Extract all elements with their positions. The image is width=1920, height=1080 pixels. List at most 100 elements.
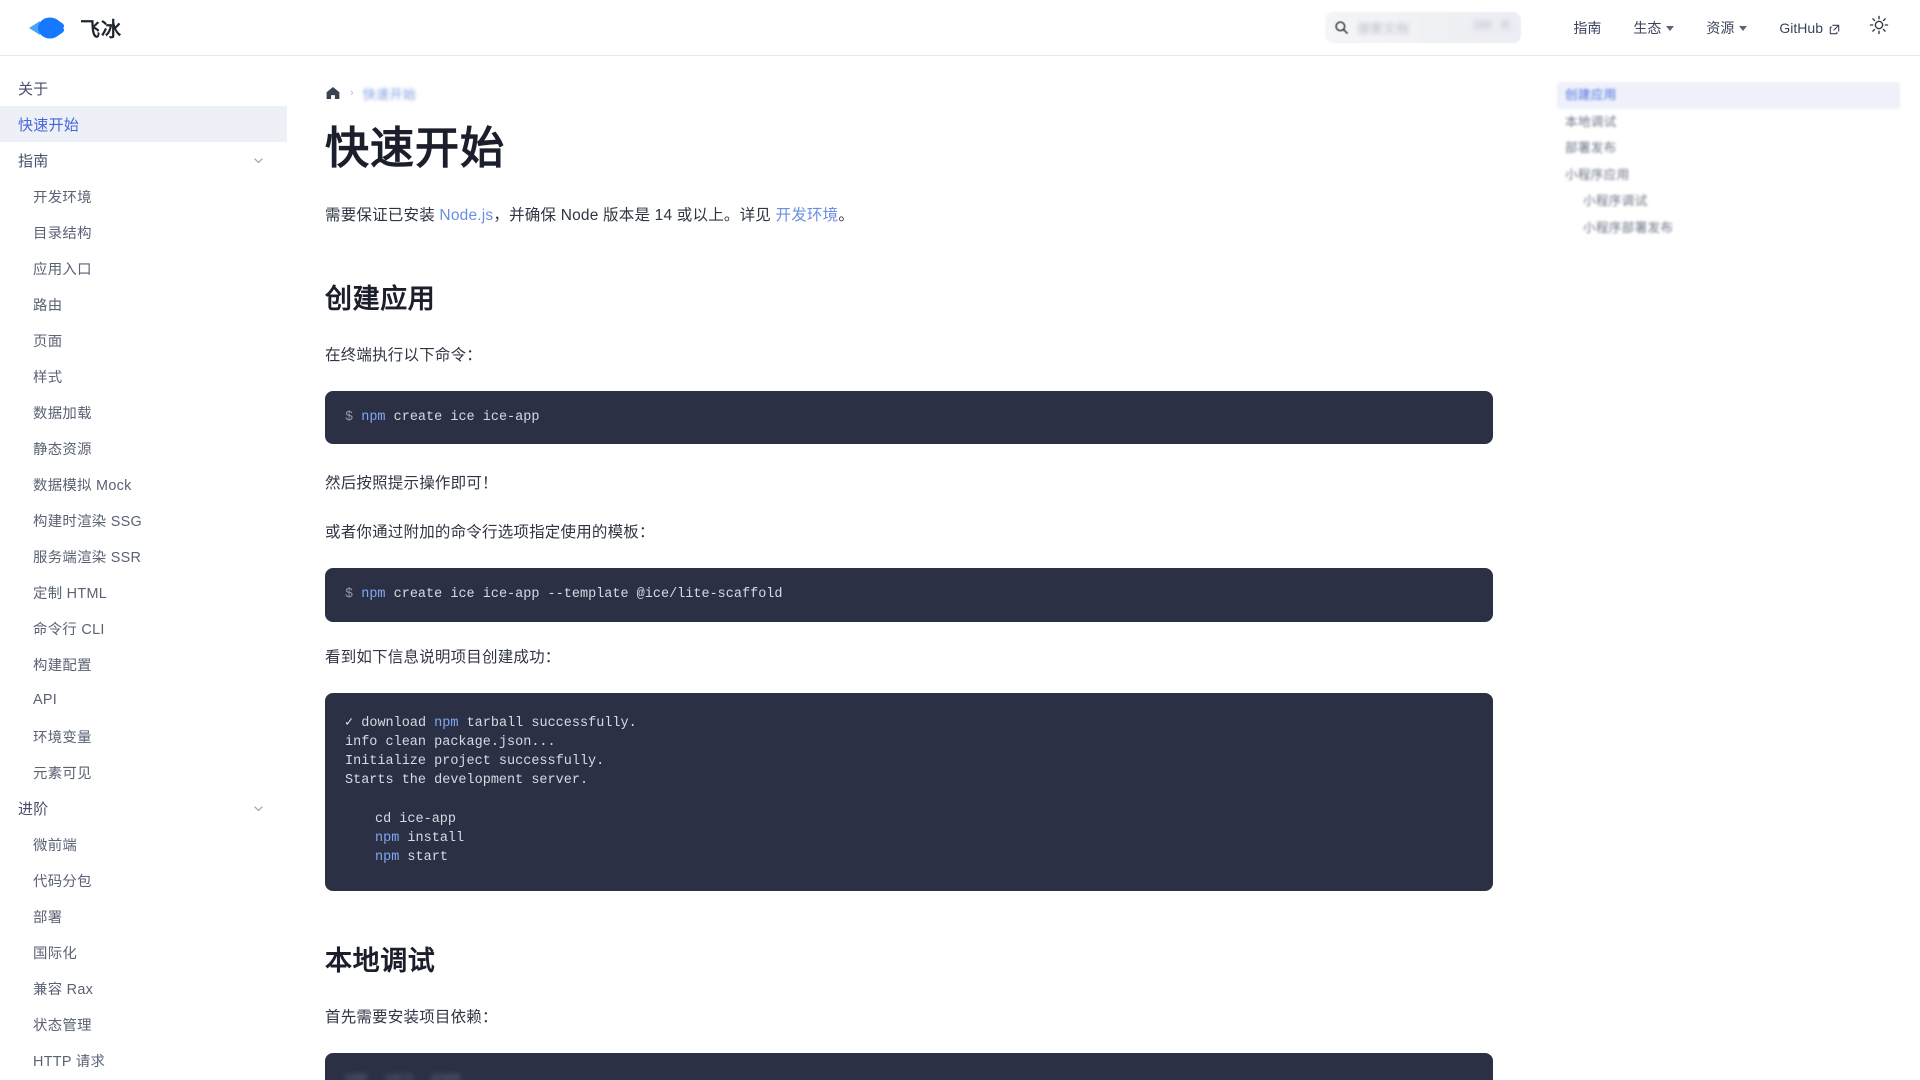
sidebar-item-label: 路由 [33, 297, 63, 314]
sidebar-item-cli[interactable]: 命令行 CLI [0, 610, 287, 646]
code-tab-pnpm[interactable]: pnpm [431, 1070, 460, 1080]
toc-item-miniapp[interactable]: 小程序应用 [1557, 162, 1900, 189]
sidebar-item-static-assets[interactable]: 静态资源 [0, 430, 287, 466]
sidebar-item-label: 数据加载 [33, 405, 92, 422]
toc-item-miniapp-deploy[interactable]: 小程序部署发布 [1557, 215, 1900, 242]
sidebar-item-label: 代码分包 [33, 873, 92, 890]
sidebar-item-ssg[interactable]: 构建时渲染 SSG [0, 502, 287, 538]
create-app-paragraph-1: 在终端执行以下命令： [325, 346, 483, 364]
sidebar-item-label: 数据模拟 Mock [33, 477, 132, 494]
nav-item-github[interactable]: GitHub [1763, 0, 1856, 55]
kbd-ctrl: Ctrl [1470, 19, 1495, 32]
sidebar-item-element-visibility[interactable]: 元素可见 [0, 754, 287, 790]
intro-paragraph: 需要保证已安装 Node.js，并确保 Node 版本是 14 或以上。详见 开… [325, 202, 1481, 229]
sidebar-item-pages[interactable]: 页面 [0, 322, 287, 358]
ice-logo-icon [27, 14, 69, 42]
create-app-paragraph-3: 或者你通过附加的命令行选项指定使用的模板： [325, 524, 655, 542]
code-block-create-app[interactable]: $ npm create ice ice-app [325, 391, 1493, 445]
nav-item-ecosystem[interactable]: 生态 [1617, 0, 1690, 55]
nav-item-label: 生态 [1633, 19, 1662, 36]
sidebar-item-api[interactable]: API [0, 682, 287, 718]
sidebar-item-micro-frontend[interactable]: 微前端 [0, 826, 287, 862]
code-line: ✓ download npm tarball successfully. [345, 714, 1473, 733]
code-token-text: tarball successfully. [458, 715, 637, 731]
sidebar-item-http-request[interactable]: HTTP 请求 [0, 1042, 287, 1078]
sidebar-group-guide[interactable]: 指南 [0, 142, 287, 178]
sidebar-item-quick-start[interactable]: 快速开始 [0, 106, 287, 142]
nav-item-label: GitHub [1779, 19, 1823, 36]
section-heading-create-app: 创建应用 [325, 283, 436, 314]
search-placeholder: 搜索文档 [1357, 22, 1410, 36]
code-line: $ npm create ice ice-app --template @ice… [345, 585, 1473, 604]
top-header: 飞冰 搜索文档 Ctrl K 指南 生态 资源 GitHub [0, 0, 1920, 56]
code-tab-yarn[interactable]: yarn [385, 1070, 414, 1080]
nodejs-link[interactable]: Node.js [439, 207, 493, 224]
sidebar-group-advanced[interactable]: 进阶 [0, 790, 287, 826]
sidebar-item-styles[interactable]: 样式 [0, 358, 287, 394]
sidebar-item-dir-structure[interactable]: 目录结构 [0, 214, 287, 250]
sidebar-item-about[interactable]: 关于 [0, 70, 287, 106]
sidebar-item-router[interactable]: 路由 [0, 286, 287, 322]
sidebar-item-label: 构建配置 [33, 657, 92, 674]
code-line: info clean package.json... [345, 734, 556, 750]
chevron-down-icon [1739, 26, 1748, 31]
sidebar-item-label: API [33, 692, 58, 708]
sidebar-item-dev-env[interactable]: 开发环境 [0, 178, 287, 214]
sidebar-item-label: 关于 [18, 80, 49, 98]
sidebar-item-label: 状态管理 [33, 1017, 92, 1034]
code-line: npm start [345, 848, 1473, 867]
chevron-down-icon [252, 802, 265, 815]
code-tabs[interactable]: npm yarn pnpm [345, 1070, 1473, 1080]
sidebar-item-ssr[interactable]: 服务端渲染 SSR [0, 538, 287, 574]
sidebar-item-label: 页面 [33, 333, 63, 350]
sidebar-item-code-splitting[interactable]: 代码分包 [0, 862, 287, 898]
sidebar-item-custom-html[interactable]: 定制 HTML [0, 574, 287, 610]
toc-item-create-app[interactable]: 创建应用 [1557, 82, 1900, 109]
sidebar-item-label: 静态资源 [33, 441, 92, 458]
chevron-down-icon [252, 154, 265, 167]
breadcrumb-separator: › [350, 87, 354, 99]
create-app-paragraph-2: 然后按照提示操作即可！ [325, 475, 498, 493]
sun-icon [1869, 15, 1889, 40]
theme-toggle-button[interactable] [1862, 11, 1896, 45]
sidebar-item-label: 元素可见 [33, 765, 92, 782]
code-line: Starts the development server. [345, 773, 589, 789]
sidebar-item-label: 兼容 Rax [33, 981, 94, 998]
brand-name: 飞冰 [80, 19, 122, 41]
code-token-args: start [399, 849, 448, 865]
sidebar-item-rax-compat[interactable]: 兼容 Rax [0, 970, 287, 1006]
code-block-create-output[interactable]: ✓ download npm tarball successfully. inf… [325, 692, 1493, 891]
code-tab-npm[interactable]: npm [345, 1070, 367, 1080]
nav-item-resources[interactable]: 资源 [1690, 0, 1763, 55]
sidebar-item-label: 微前端 [33, 837, 78, 854]
code-token-command: npm [361, 410, 386, 426]
code-block-install-deps[interactable]: npm yarn pnpm $ cd ice-app [325, 1053, 1493, 1080]
sidebar-item-env-vars[interactable]: 环境变量 [0, 718, 287, 754]
sidebar-item-label: 服务端渲染 SSR [33, 549, 142, 566]
sidebar-item-build-config[interactable]: 构建配置 [0, 646, 287, 682]
search-input[interactable]: 搜索文档 Ctrl K [1325, 12, 1522, 43]
sidebar-item-label: 指南 [18, 152, 49, 170]
code-line: cd ice-app [375, 811, 457, 827]
sidebar-item-i18n[interactable]: 国际化 [0, 934, 287, 970]
breadcrumb-current[interactable]: 快速开始 [363, 84, 417, 103]
brand-home-link[interactable]: 飞冰 [0, 0, 287, 55]
sidebar-item-label: 国际化 [33, 945, 78, 962]
external-link-icon [1829, 22, 1840, 35]
toc-item-miniapp-debug[interactable]: 小程序调试 [1557, 188, 1900, 215]
sidebar-item-state-management[interactable]: 状态管理 [0, 1006, 287, 1042]
code-block-create-app-template[interactable]: $ npm create ice ice-app --template @ice… [325, 568, 1493, 622]
intro-text-2: ，并确保 Node 版本是 14 或以上。详见 [493, 206, 776, 224]
toc-item-deploy-release[interactable]: 部署发布 [1557, 135, 1900, 162]
sidebar-item-data-loading[interactable]: 数据加载 [0, 394, 287, 430]
nav-item-guide[interactable]: 指南 [1557, 0, 1617, 55]
sidebar-item-mock[interactable]: 数据模拟 Mock [0, 466, 287, 502]
sidebar-item-deploy[interactable]: 部署 [0, 898, 287, 934]
sidebar-item-app-entry[interactable]: 应用入口 [0, 250, 287, 286]
dev-env-link[interactable]: 开发环境 [776, 207, 839, 224]
search-shortcut-hint: Ctrl K [1470, 19, 1514, 32]
kbd-k: K [1498, 19, 1514, 32]
home-icon[interactable] [325, 85, 341, 101]
toc-item-local-debug[interactable]: 本地调试 [1557, 109, 1900, 136]
